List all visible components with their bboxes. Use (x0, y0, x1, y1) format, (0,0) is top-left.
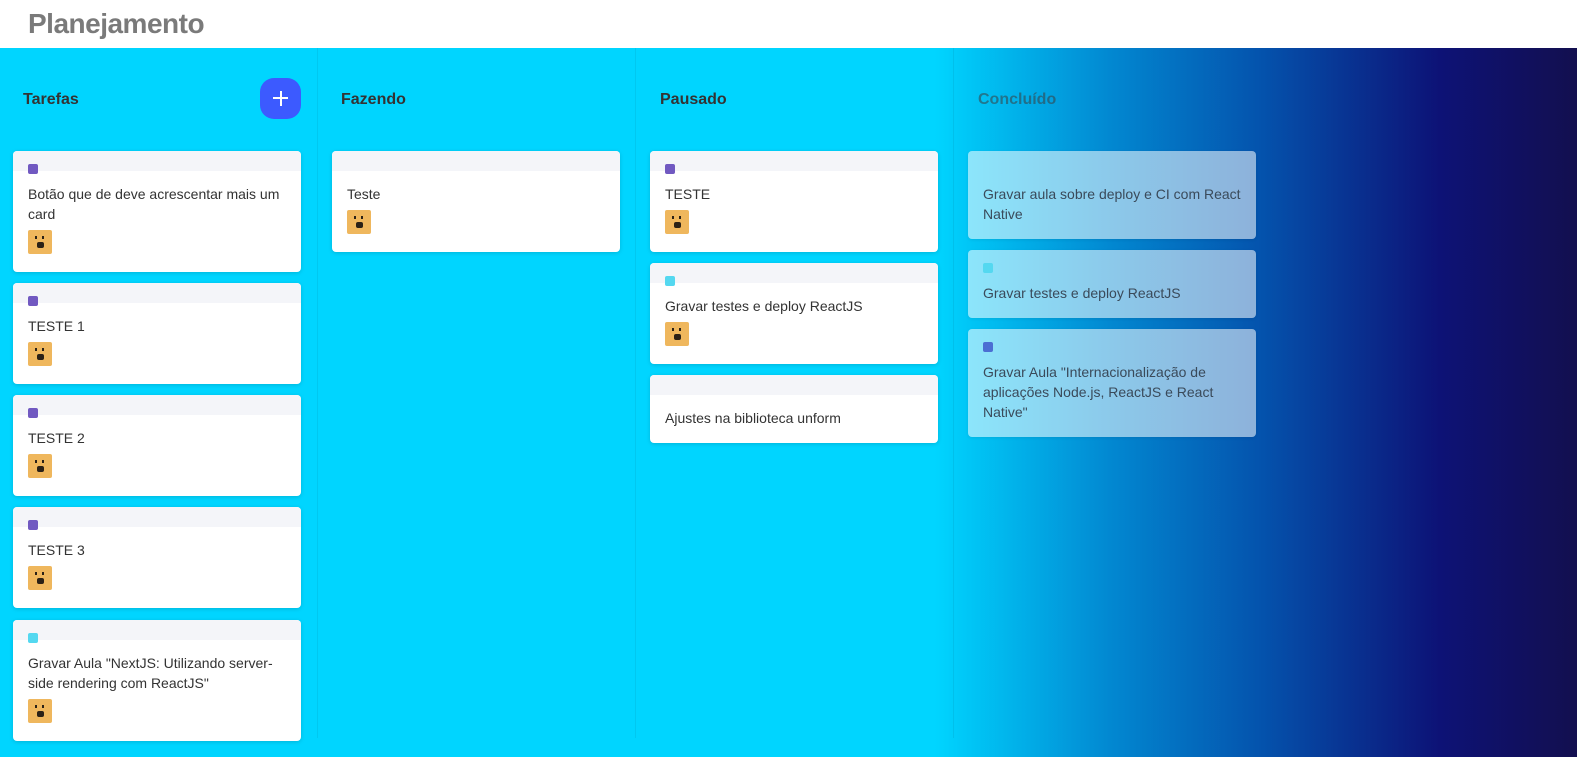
column-title: Tarefas (23, 91, 79, 108)
label-tag (28, 164, 38, 174)
column-concluido: Concluído Gravar aula sobre deploy e CI … (954, 48, 1272, 738)
column-title: Pausado (660, 91, 727, 108)
label-tag (28, 296, 38, 306)
label-tag (28, 520, 38, 530)
app-header: Planejamento (0, 0, 1577, 48)
label-tag (665, 164, 675, 174)
avatar (28, 342, 52, 366)
card-text: Gravar Aula "Internacionalização de apli… (983, 364, 1214, 420)
avatar (347, 210, 371, 234)
avatar (28, 454, 52, 478)
column-title: Concluído (978, 91, 1057, 108)
label-tag (983, 263, 993, 273)
avatar (28, 566, 52, 590)
label-tag (28, 633, 38, 643)
card[interactable]: Teste (332, 151, 620, 252)
kanban-board: Tarefas Botão que de deve acrescentar ma… (0, 48, 1577, 757)
card-text: Gravar testes e deploy ReactJS (665, 298, 863, 314)
card-text: TESTE 2 (28, 430, 85, 446)
card[interactable]: Gravar testes e deploy ReactJS (968, 250, 1256, 318)
column-tarefas: Tarefas Botão que de deve acrescentar ma… (0, 48, 318, 741)
add-card-button[interactable] (260, 78, 301, 119)
avatar (665, 210, 689, 234)
card-text: Teste (347, 186, 381, 202)
label-tag (28, 408, 38, 418)
card-text: TESTE 3 (28, 542, 85, 558)
column-pausado: Pausado TESTE Gravar testes e deploy Rea… (636, 48, 954, 738)
card[interactable]: TESTE 2 (13, 395, 301, 496)
avatar (665, 322, 689, 346)
card[interactable]: TESTE 3 (13, 507, 301, 608)
card[interactable]: Gravar Aula "Internacionalização de apli… (968, 329, 1256, 437)
card-text: Botão que de deve acrescentar mais um ca… (28, 186, 280, 222)
card-text: Ajustes na biblioteca unform (665, 410, 841, 426)
card-text: TESTE 1 (28, 318, 85, 334)
page-title: Planejamento (28, 8, 205, 39)
card-text: Gravar aula sobre deploy e CI com React … (983, 186, 1241, 222)
avatar (28, 230, 52, 254)
card[interactable]: TESTE (650, 151, 938, 252)
column-fazendo: Fazendo Teste (318, 48, 636, 738)
card[interactable]: Gravar Aula "NextJS: Utilizando server-s… (13, 620, 301, 741)
card[interactable]: Ajustes na biblioteca unform (650, 375, 938, 443)
card[interactable]: Botão que de deve acrescentar mais um ca… (13, 151, 301, 272)
card-text: TESTE (665, 186, 711, 202)
column-title: Fazendo (341, 91, 406, 108)
card-text: Gravar testes e deploy ReactJS (983, 285, 1181, 301)
label-tag (665, 276, 675, 286)
card[interactable]: Gravar aula sobre deploy e CI com React … (968, 151, 1256, 239)
avatar (28, 699, 52, 723)
card-text: Gravar Aula "NextJS: Utilizando server-s… (28, 655, 273, 691)
card[interactable]: TESTE 1 (13, 283, 301, 384)
card[interactable]: Gravar testes e deploy ReactJS (650, 263, 938, 364)
label-tag (983, 342, 993, 352)
